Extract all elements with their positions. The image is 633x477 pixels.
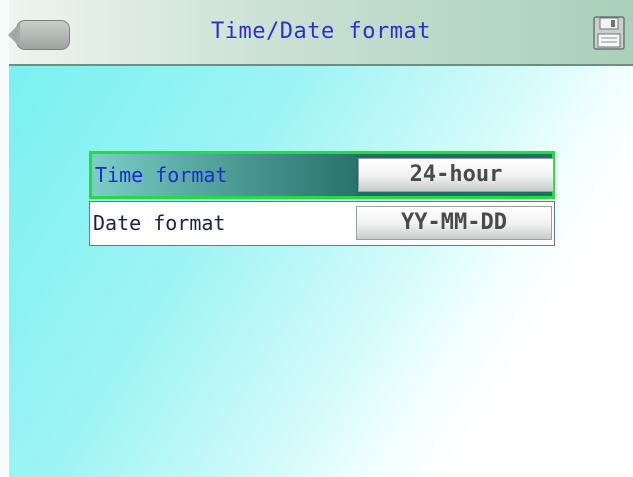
date-format-row[interactable]: Date format YY-MM-DD — [89, 201, 555, 246]
title-bar: Time/Date format — [8, 0, 633, 66]
left-edge — [0, 0, 9, 477]
screen: Time/Date format Time format 24-hour Dat… — [0, 0, 633, 477]
time-format-label: Time format — [95, 163, 228, 187]
date-format-label: Date format — [93, 211, 226, 235]
settings-list: Time format 24-hour Date format YY-MM-DD — [89, 151, 555, 246]
save-icon — [593, 16, 625, 50]
page-title: Time/Date format — [211, 19, 431, 44]
time-format-value-button[interactable]: 24-hour — [358, 158, 554, 192]
time-format-row[interactable]: Time format 24-hour — [89, 151, 555, 199]
date-format-value-button[interactable]: YY-MM-DD — [356, 206, 552, 240]
save-button[interactable] — [593, 16, 625, 50]
